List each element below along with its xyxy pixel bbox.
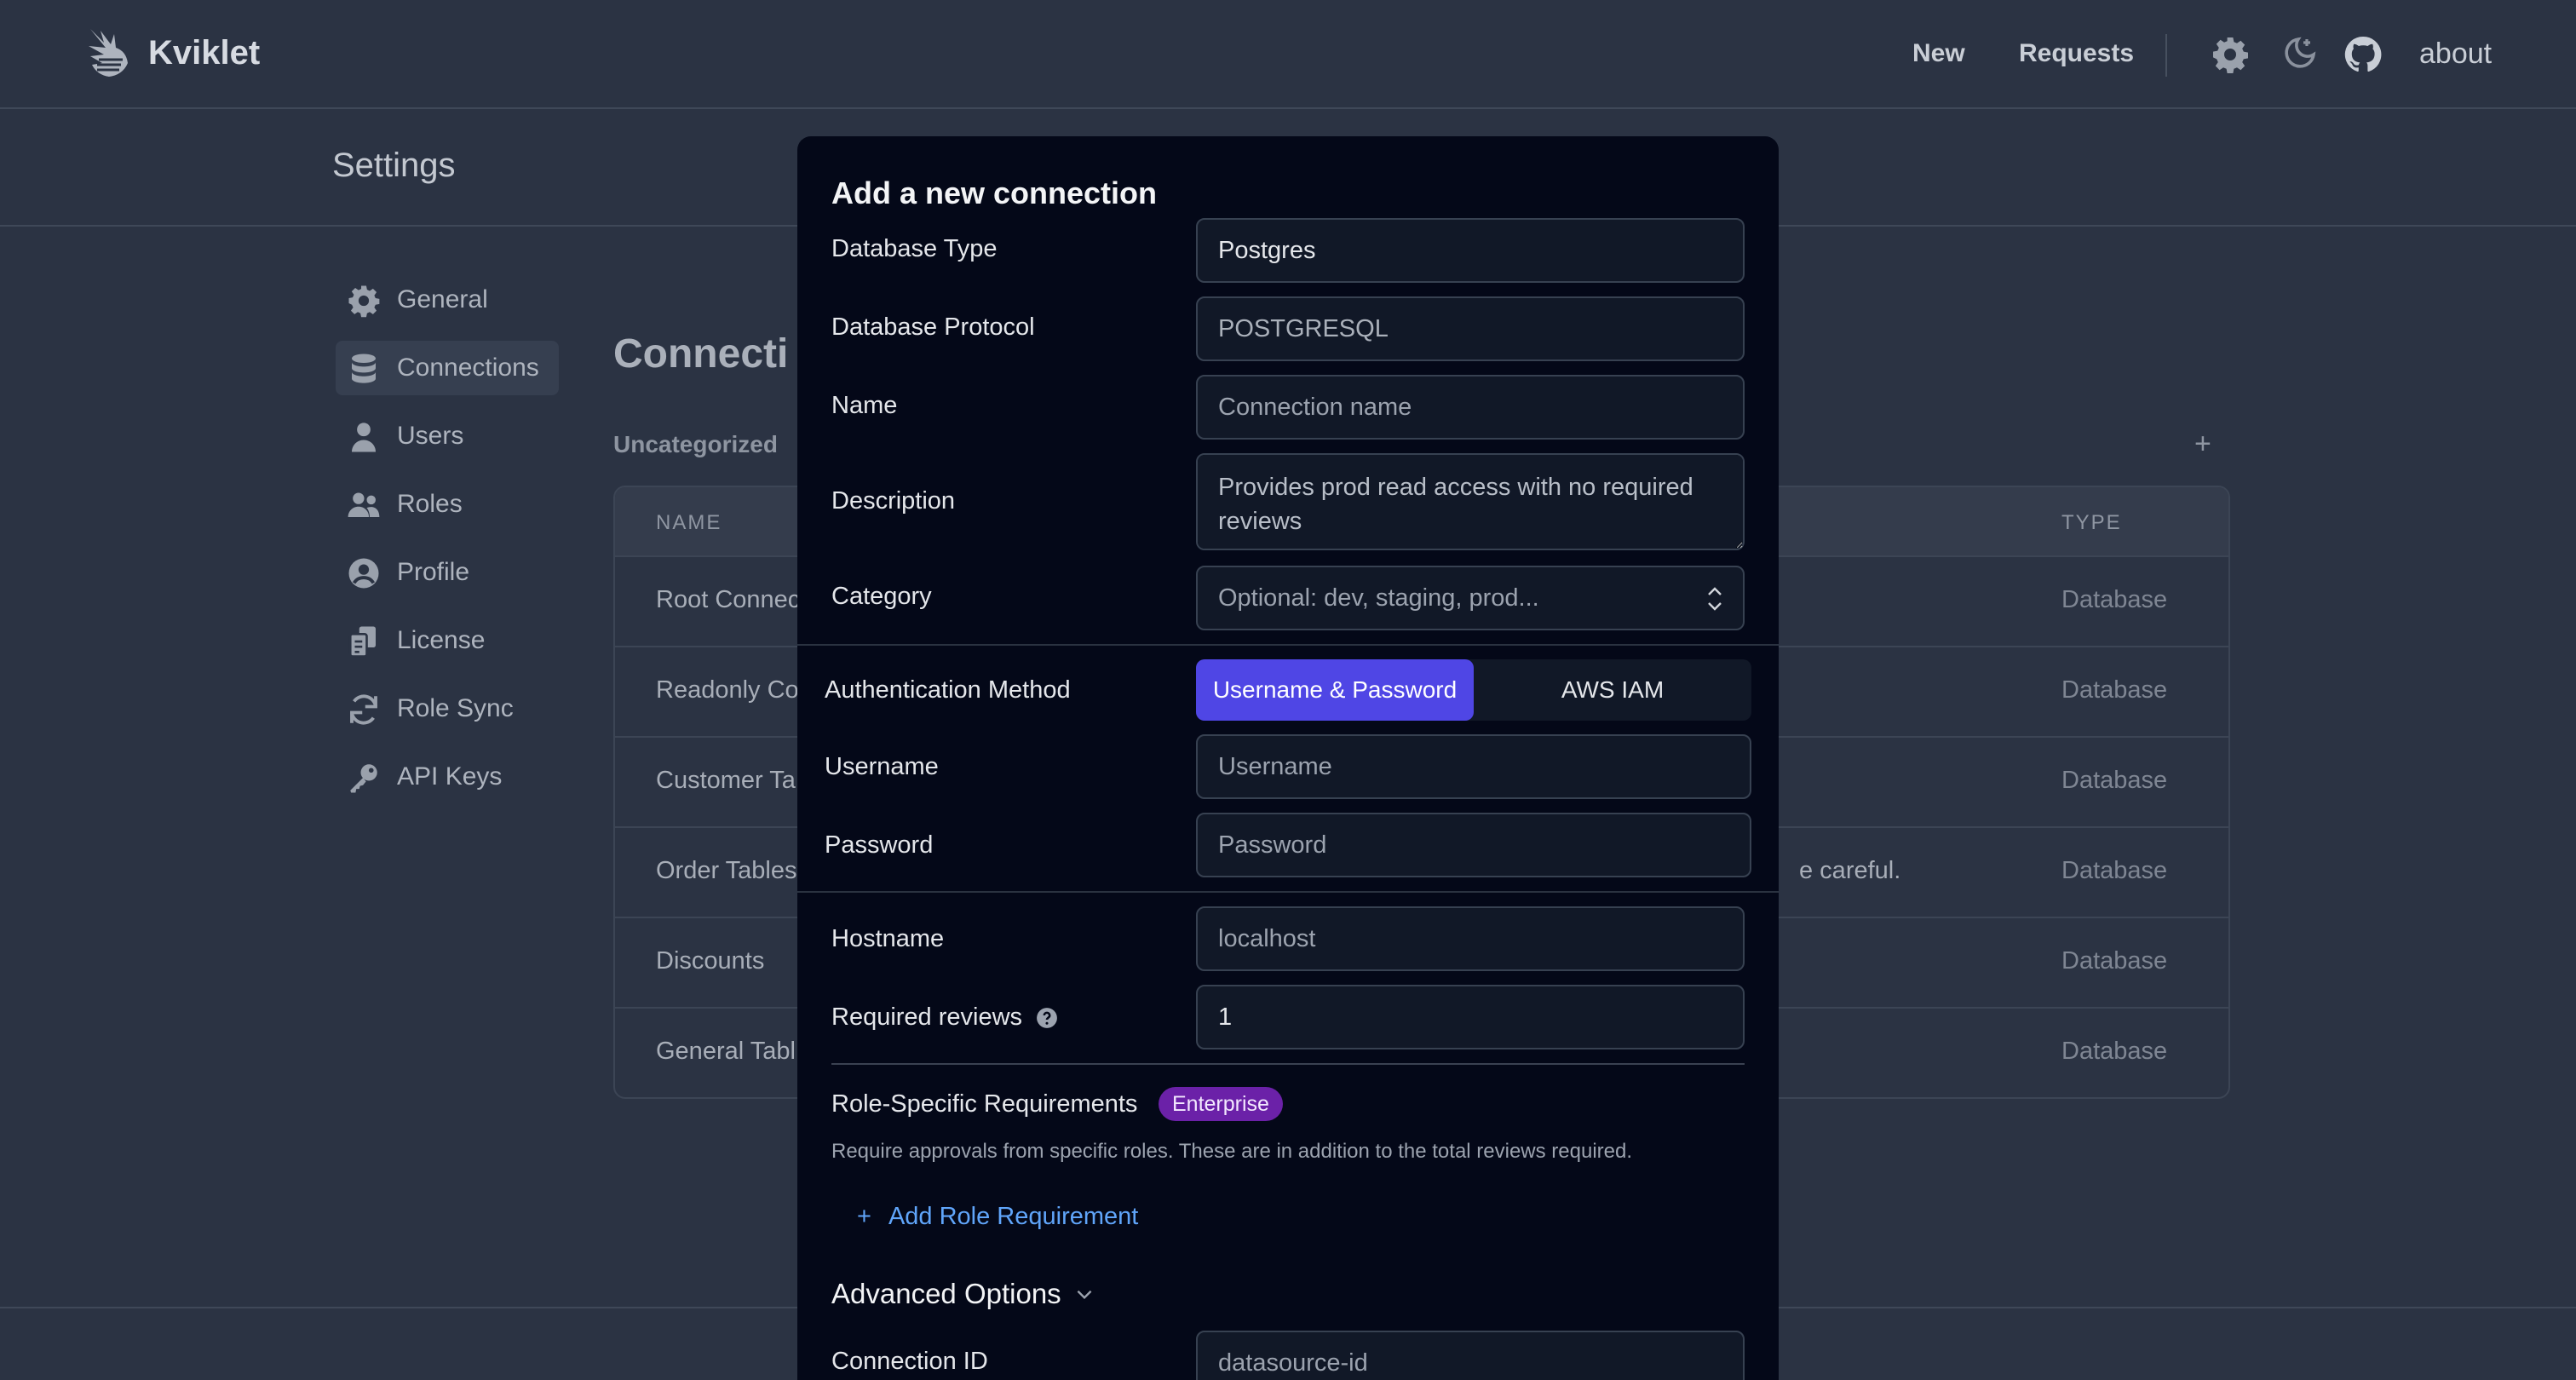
theme-moon-icon[interactable] (2278, 34, 2319, 75)
database-type-input[interactable] (1196, 218, 1745, 283)
row-name: Order Tables (656, 857, 797, 884)
username-input[interactable] (1196, 734, 1751, 799)
database-type-label: Database Type (831, 235, 998, 262)
auth-username-password-button[interactable]: Username & Password (1196, 659, 1474, 721)
database-protocol-input[interactable] (1196, 296, 1745, 361)
kviklet-logo-icon (89, 29, 128, 77)
row-name: General Tabl (656, 1038, 796, 1065)
enterprise-badge: Enterprise (1159, 1087, 1283, 1121)
hostname-input[interactable] (1196, 906, 1745, 971)
sidebar-item-label: Profile (397, 558, 470, 586)
nav-requests-link[interactable]: Requests (2019, 39, 2134, 68)
settings-gear-icon[interactable] (2210, 34, 2251, 75)
sidebar-item-label: Users (397, 422, 464, 450)
sidebar-item-label: Connections (397, 354, 539, 382)
profile-icon (348, 558, 379, 589)
top-navbar: Kviklet New Requests about (0, 0, 2576, 109)
category-placeholder: Optional: dev, staging, prod... (1218, 584, 1539, 612)
nav-about-link[interactable]: about (2419, 37, 2492, 71)
github-icon[interactable] (2343, 34, 2383, 75)
brand-name: Kviklet (148, 33, 261, 72)
sidebar-item-users[interactable]: Users (336, 409, 559, 463)
required-reviews-input[interactable] (1196, 985, 1745, 1049)
row-type: Database (2061, 586, 2168, 613)
advanced-options-label: Advanced Options (831, 1278, 1061, 1309)
role-requirements-hint: Require approvals from specific roles. T… (831, 1140, 1633, 1163)
gear-icon (348, 285, 380, 318)
sync-icon (350, 694, 377, 725)
row-name: Customer Ta (656, 767, 796, 794)
category-select[interactable]: Optional: dev, staging, prod... (1196, 566, 1745, 630)
connection-id-input[interactable] (1196, 1331, 1745, 1380)
sidebar-item-roles[interactable]: Roles (336, 477, 559, 532)
license-icon (348, 626, 376, 658)
sidebar-item-role-sync[interactable]: Role Sync (336, 681, 559, 736)
section-divider (797, 644, 1779, 646)
sidebar-item-api-keys[interactable]: API Keys (336, 750, 559, 804)
sidebar-item-label: General (397, 285, 488, 313)
chevron-down-icon (1077, 1290, 1092, 1300)
database-icon (352, 354, 376, 383)
sidebar-item-connections[interactable]: Connections (336, 341, 559, 395)
required-reviews-label: Required reviews (831, 1003, 1023, 1031)
row-name: Discounts (656, 947, 765, 975)
username-label: Username (825, 753, 939, 780)
advanced-options-toggle[interactable]: Advanced Options (831, 1278, 1095, 1310)
role-requirements-label: Role-Specific Requirements (831, 1090, 1138, 1118)
row-description: e careful. (1799, 857, 1901, 884)
auth-aws-iam-button[interactable]: AWS IAM (1474, 659, 1751, 721)
plus-icon: + (857, 1203, 871, 1230)
row-type: Database (2061, 767, 2168, 794)
sidebar-item-label: Role Sync (397, 694, 514, 722)
category-label: Category (831, 583, 932, 610)
section-divider (797, 891, 1779, 893)
users-icon (348, 492, 380, 517)
select-chevrons-icon (1708, 587, 1722, 611)
auth-method-toggle: Username & Password AWS IAM (1196, 659, 1751, 721)
add-connection-modal: Add a new connection Database Type Datab… (797, 136, 1779, 1380)
user-icon (352, 423, 376, 452)
row-type: Database (2061, 857, 2168, 884)
category-group-label: Uncategorized (613, 431, 778, 457)
connections-heading: Connecti (613, 331, 789, 377)
connection-name-input[interactable] (1196, 375, 1745, 440)
column-header-name: NAME (656, 511, 722, 534)
brand[interactable]: Kviklet (85, 26, 260, 80)
hostname-label: Hostname (831, 925, 945, 952)
password-input[interactable] (1196, 813, 1751, 877)
page-title: Settings (332, 147, 456, 184)
row-name: Readonly Co (656, 676, 799, 704)
row-type: Database (2061, 947, 2168, 975)
description-label: Description (831, 487, 956, 515)
sidebar-item-label: Roles (397, 490, 463, 518)
row-name: Root Connec (656, 586, 801, 613)
row-type: Database (2061, 1038, 2168, 1065)
sidebar-item-label: API Keys (397, 762, 503, 791)
connection-id-label: Connection ID (831, 1348, 988, 1375)
sidebar-item-general[interactable]: General (336, 273, 559, 327)
key-icon (350, 764, 377, 793)
add-role-requirement-label: Add Role Requirement (888, 1203, 1139, 1230)
description-textarea[interactable]: Provides prod read access with no requir… (1196, 453, 1745, 550)
sidebar-item-label: License (397, 626, 486, 654)
sidebar-item-license[interactable]: License (336, 613, 559, 668)
section-divider (831, 1063, 1745, 1065)
auth-method-label: Authentication Method (825, 676, 1071, 704)
help-icon[interactable] (1036, 1007, 1058, 1029)
database-protocol-label: Database Protocol (831, 313, 1035, 341)
password-label: Password (825, 831, 934, 859)
name-label: Name (831, 392, 898, 419)
nav-divider (2165, 34, 2167, 77)
modal-title: Add a new connection (831, 175, 1158, 210)
settings-sidebar: General Connections Users Roles Profile … (336, 273, 559, 818)
add-connection-button[interactable]: + (2194, 428, 2211, 461)
column-header-type: TYPE (2061, 511, 2122, 534)
add-role-requirement-button[interactable]: + Add Role Requirement (857, 1203, 1138, 1231)
row-type: Database (2061, 676, 2168, 704)
sidebar-item-profile[interactable]: Profile (336, 545, 559, 600)
nav-new-link[interactable]: New (1912, 39, 1965, 68)
